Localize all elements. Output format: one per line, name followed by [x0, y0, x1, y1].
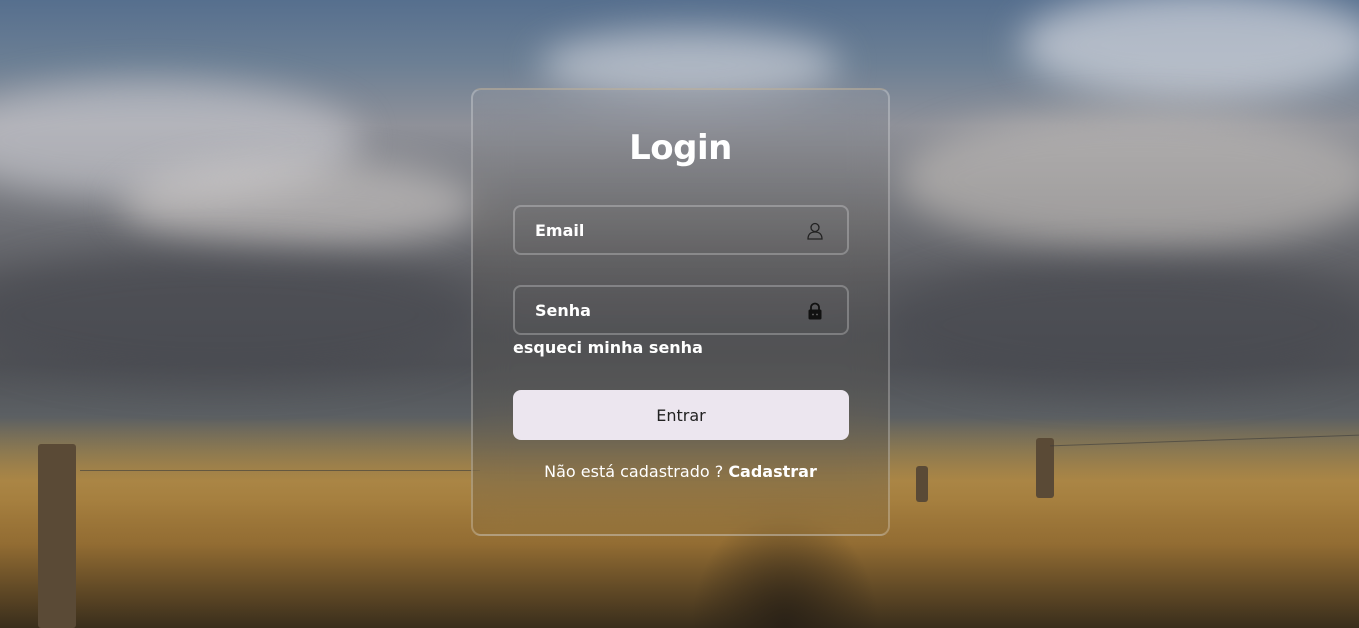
- password-field-wrapper: [513, 285, 849, 335]
- email-field-wrapper: [513, 205, 849, 255]
- page-title: Login: [629, 128, 732, 168]
- forgot-password-link[interactable]: esqueci minha senha: [513, 338, 703, 357]
- email-field[interactable]: [515, 207, 847, 253]
- user-icon: [807, 222, 823, 240]
- register-prompt: Não está cadastrado ? Cadastrar: [473, 462, 888, 481]
- login-card: Login esqueci minha senha Entrar Não est…: [471, 88, 890, 536]
- login-submit-button[interactable]: Entrar: [513, 390, 849, 440]
- register-prompt-text: Não está cadastrado ?: [544, 462, 724, 481]
- lock-icon: [808, 302, 822, 320]
- password-field[interactable]: [515, 287, 847, 333]
- register-link[interactable]: Cadastrar: [728, 462, 817, 481]
